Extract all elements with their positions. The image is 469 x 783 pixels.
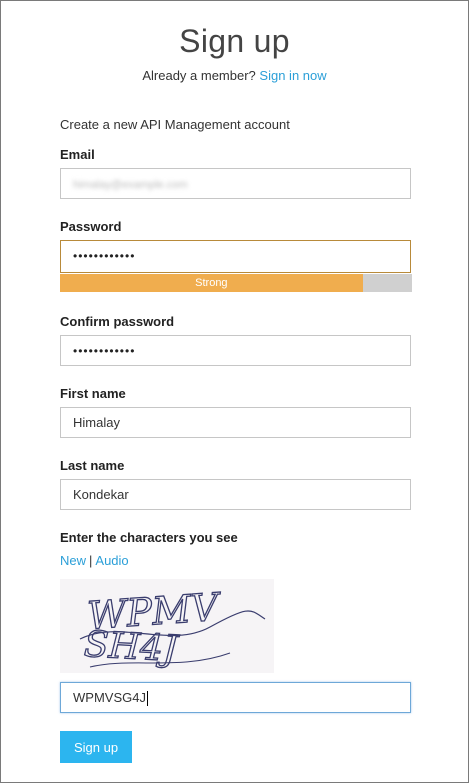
confirm-password-field[interactable]: •••••••••••• [60, 335, 411, 366]
email-value: himalay@example.com [73, 179, 188, 191]
confirm-password-label: Confirm password [60, 314, 175, 329]
last-name-field[interactable]: Kondekar [60, 479, 411, 510]
captcha-new-link[interactable]: New [60, 553, 86, 568]
already-member-line: Already a member? Sign in now [1, 68, 468, 83]
captcha-label: Enter the characters you see [60, 530, 238, 545]
first-name-label: First name [60, 386, 126, 401]
email-field[interactable]: himalay@example.com [60, 168, 411, 199]
password-field[interactable]: •••••••••••• [60, 240, 411, 273]
captcha-links: New | Audio [60, 553, 129, 568]
first-name-value: Himalay [73, 415, 120, 430]
email-label: Email [60, 147, 95, 162]
captcha-image: WPMV SH4J [60, 579, 274, 673]
text-caret [146, 691, 148, 707]
first-name-field[interactable]: Himalay [60, 407, 411, 438]
intro-text: Create a new API Management account [60, 117, 290, 132]
already-member-text: Already a member? [142, 68, 256, 83]
password-strength-fill: Strong [60, 274, 363, 292]
password-strength-bar: Strong [60, 274, 412, 292]
captcha-input-value: WPMVSG4J [73, 690, 146, 705]
password-value: •••••••••••• [73, 249, 136, 263]
captcha-input[interactable]: WPMVSG4J [60, 682, 411, 713]
password-label: Password [60, 219, 122, 234]
captcha-audio-link[interactable]: Audio [95, 553, 128, 568]
confirm-password-value: •••••••••••• [73, 344, 136, 358]
sign-up-button[interactable]: Sign up [60, 731, 132, 763]
sign-in-link[interactable]: Sign in now [259, 68, 326, 83]
page-title: Sign up [179, 23, 290, 59]
captcha-graphic: WPMV SH4J [60, 579, 274, 673]
last-name-label: Last name [60, 458, 125, 473]
captcha-link-separator: | [89, 553, 93, 568]
signup-page: Sign up Already a member? Sign in now Cr… [0, 0, 469, 783]
last-name-value: Kondekar [73, 487, 129, 502]
